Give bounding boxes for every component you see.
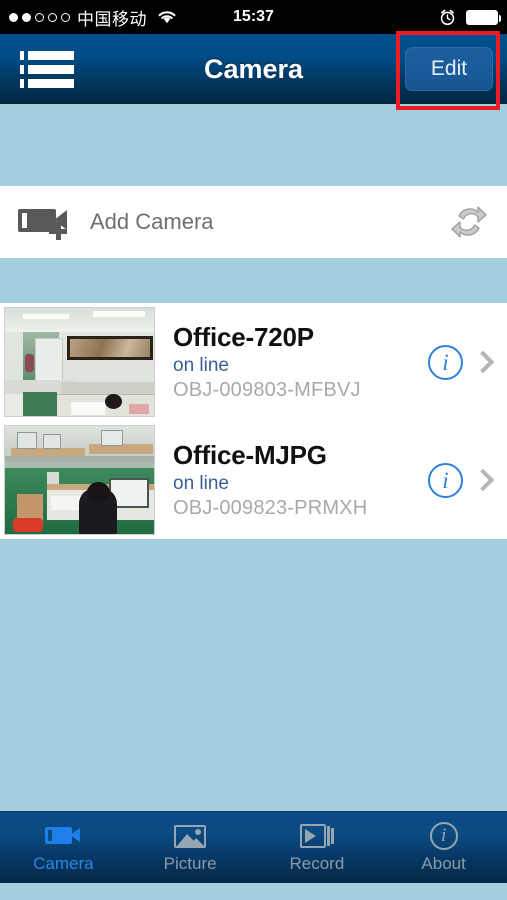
add-camera-label: Add Camera [90,209,214,234]
camera-thumbnail [4,307,155,417]
menu-bar [28,64,74,74]
add-camera-row[interactable]: Add Camera [0,186,507,258]
camera-list: Office-720P on line OBJ-009803-MFBVJ i O… [0,303,507,539]
wifi-icon [158,11,176,24]
camera-thumbnail [4,425,155,535]
status-bar-right [439,9,501,26]
camera-name: Office-720P [173,321,314,352]
menu-bullet [20,50,24,60]
camera-status: on line [173,473,229,495]
info-circle-icon: i [424,821,464,850]
camera-list-item[interactable]: Office-720P on line OBJ-009803-MFBVJ i [0,303,507,421]
tab-picture-label: Picture [163,853,217,873]
camera-uid: OBJ-009803-MFBVJ [173,379,361,402]
signal-dot-5 [61,12,70,22]
camera-list-item[interactable]: Office-MJPG on line OBJ-009823-PRMXH i [0,421,507,539]
tab-record-label: Record [289,853,345,873]
section-spacer [0,258,507,303]
tab-camera[interactable]: Camera [0,812,127,883]
tab-about-label: About [421,853,466,873]
app-screen: 中国移动 15:37 Camera Edit Add Camera Office… [0,0,507,900]
video-camera-icon [43,822,83,850]
chevron-right-icon[interactable] [471,350,495,374]
status-bar-left: 中国移动 [9,5,178,30]
menu-bar [28,78,74,88]
menu-bar [28,50,74,60]
status-bar: 中国移动 15:37 [0,0,507,34]
tab-record[interactable]: Record [254,812,381,883]
alarm-clock-icon [440,9,455,25]
battery-full-icon [466,9,501,25]
tab-about[interactable]: i About [380,812,507,883]
camera-uid: OBJ-009823-PRMXH [173,497,368,520]
tab-picture[interactable]: Picture [127,812,254,883]
menu-row-1 [20,50,82,60]
camera-actions: i [428,344,501,380]
plus-shape [49,222,67,240]
camera-info: Office-720P on line OBJ-009803-MFBVJ [173,322,428,403]
signal-dot-3 [35,12,44,22]
tab-bar: Camera Picture Record i About [0,811,507,883]
empty-area [0,539,507,811]
photo-icon [170,822,210,850]
play-stack-icon [297,822,337,850]
info-circle-icon[interactable]: i [428,462,463,498]
menu-row-2 [20,64,82,74]
signal-dot-4 [48,12,57,22]
camera-status: on line [173,355,229,377]
edit-button-wrapper: Edit [405,47,493,91]
menu-bullet [20,64,24,74]
camera-actions: i [428,462,501,498]
add-camera-section: Add Camera [0,186,507,258]
camera-info: Office-MJPG on line OBJ-009823-PRMXH [173,440,428,521]
carrier-label: 中国移动 [77,9,147,30]
camera-name: Office-MJPG [173,439,327,470]
camera-add-icon [18,203,74,241]
menu-bullet [20,78,24,88]
top-spacer [0,104,507,186]
tab-camera-label: Camera [33,853,94,873]
navigation-bar: Camera Edit [0,34,507,104]
info-circle-icon[interactable]: i [428,344,463,380]
refresh-sync-icon[interactable] [449,202,489,242]
chevron-right-icon[interactable] [471,468,495,492]
menu-row-3 [20,78,82,88]
signal-dot-2 [22,12,31,22]
signal-strength-dots [9,12,70,22]
signal-dot-1 [9,12,18,22]
list-menu-icon[interactable] [14,50,82,88]
edit-button[interactable]: Edit [405,47,493,91]
